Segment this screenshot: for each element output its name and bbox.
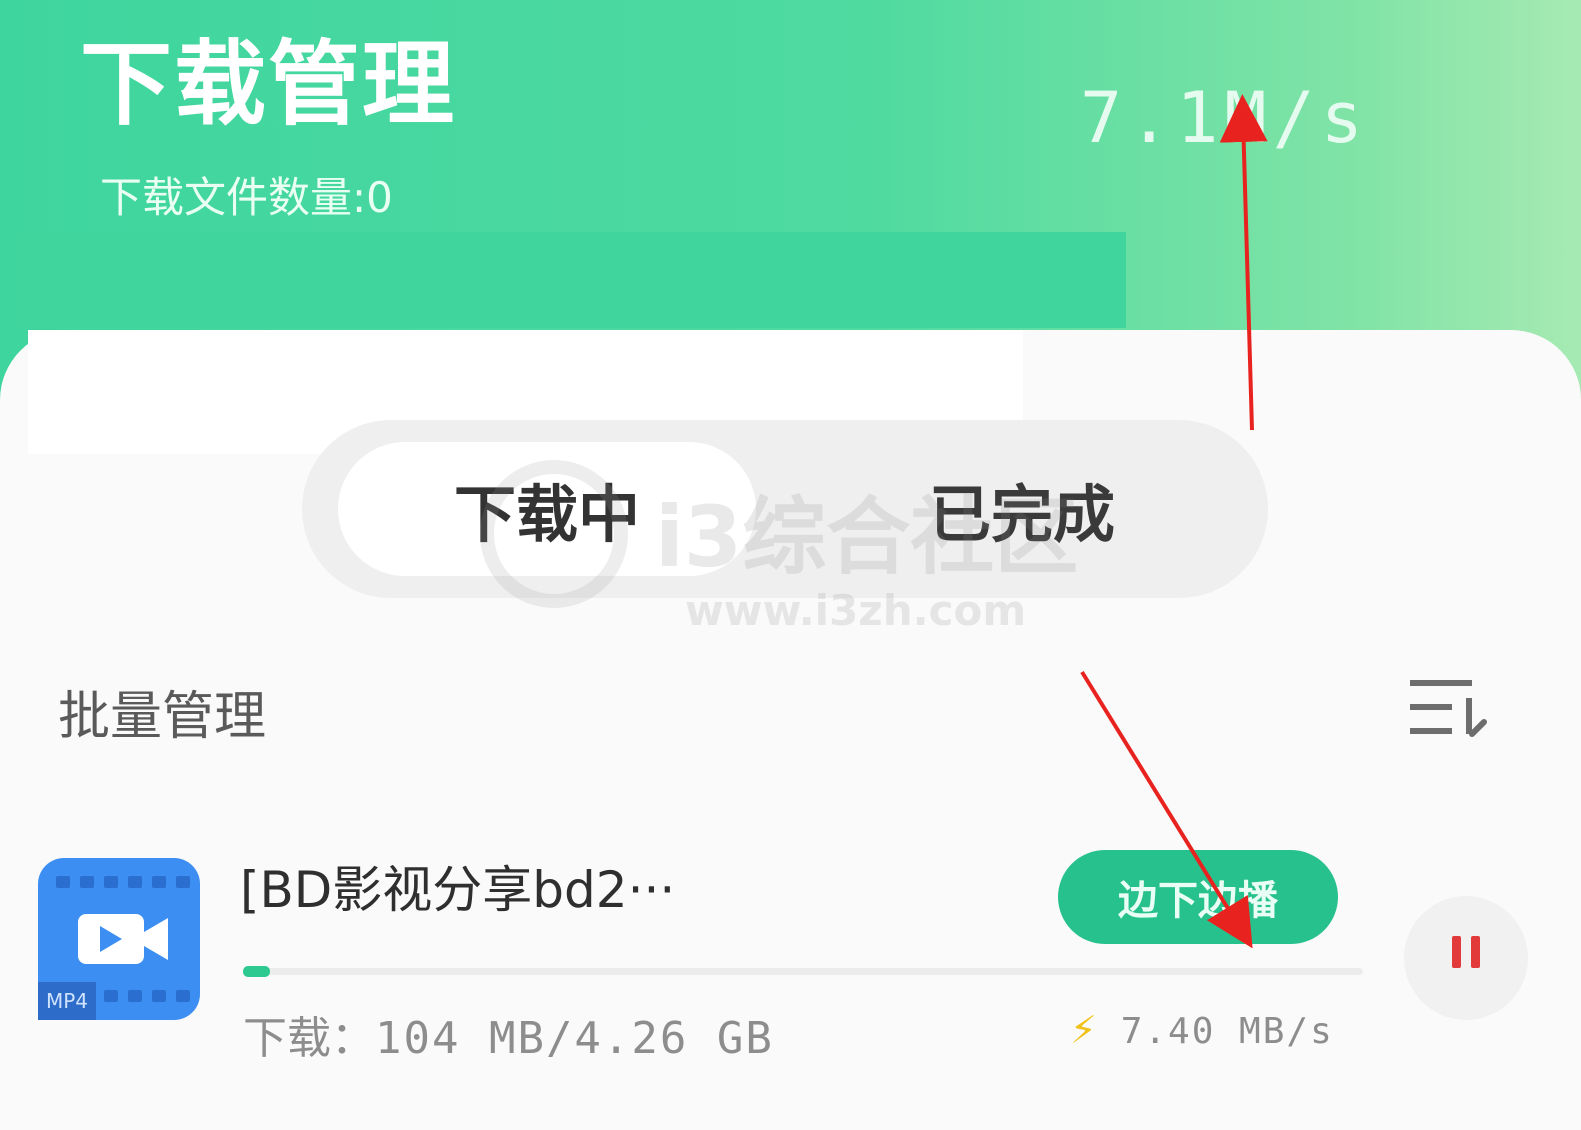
- pause-button[interactable]: [1404, 896, 1528, 1020]
- download-speed: ⚡ 7.40 MB/s: [1070, 1008, 1334, 1052]
- play-while-downloading-button[interactable]: 边下边播: [1058, 850, 1338, 944]
- download-label: 下载：: [243, 1013, 375, 1064]
- bolt-icon: ⚡: [1070, 1008, 1099, 1052]
- tab-bar: 下载中 已完成: [302, 420, 1268, 598]
- pause-icon: [1452, 936, 1461, 968]
- downloaded-size: 104 MB/4.26 GB: [375, 1013, 774, 1064]
- progress-fill: [243, 966, 270, 977]
- tab-downloading[interactable]: 下载中: [338, 442, 756, 576]
- file-count: 下载文件数量:0: [100, 173, 393, 222]
- progress-bar: [243, 966, 1363, 977]
- sort-icon[interactable]: [1408, 672, 1488, 742]
- file-name: [BD影视分享bd2···: [240, 861, 676, 919]
- download-progress-text: 下载：104 MB/4.26 GB: [243, 1002, 774, 1066]
- batch-manage-button[interactable]: 批量管理: [58, 674, 266, 749]
- video-file-icon: MP4: [38, 858, 200, 1020]
- page-title: 下载管理: [80, 31, 457, 138]
- file-type-label: MP4: [46, 989, 88, 1013]
- pause-icon-bar: [1471, 936, 1480, 968]
- header-band: [18, 232, 1126, 328]
- speed-value: 7.40 MB/s: [1120, 1011, 1334, 1052]
- total-speed: 7.1M/s: [1080, 77, 1369, 159]
- tab-completed[interactable]: 已完成: [822, 442, 1222, 576]
